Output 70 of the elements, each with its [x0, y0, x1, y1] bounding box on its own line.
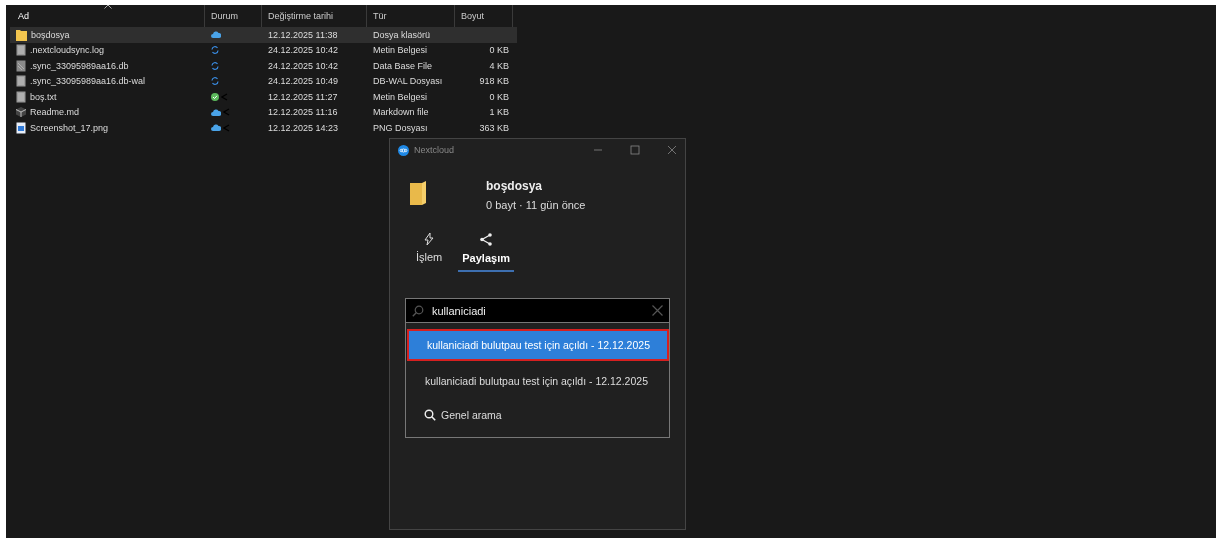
close-icon[interactable] [667, 145, 677, 155]
clear-icon[interactable] [652, 305, 663, 316]
file-row[interactable]: .sync_33095989aa16.db 24.12.2025 10:42 Data Base File 4 KB [10, 58, 517, 74]
column-header[interactable]: Tür [373, 11, 387, 21]
file-type: DB-WAL Dosyası [373, 76, 443, 87]
file-name: .nextcloudsync.log [30, 45, 105, 56]
global-search-item[interactable]: Genel arama [407, 401, 669, 429]
cloud-icon [211, 31, 221, 39]
search-input[interactable]: kullaniciadi [432, 304, 644, 317]
file-size: 0 KB [489, 91, 509, 102]
modified-date: 24.12.2025 10:49 [268, 76, 339, 87]
file-name: Screenshot_17.png [30, 122, 109, 133]
file-name: Readme.md [30, 107, 80, 118]
file-type: Dosya klasörü [373, 29, 431, 40]
modified-date: 24.12.2025 10:42 [268, 45, 339, 56]
image-file-icon [16, 121, 26, 134]
file-size: 918 KB [479, 76, 509, 87]
column-header[interactable]: Değiştirme tarihi [268, 11, 334, 21]
folder-icon [410, 181, 426, 205]
column-header[interactable]: Boyut [461, 11, 484, 21]
column-header[interactable]: Durum [211, 11, 238, 21]
document-icon [16, 44, 26, 57]
file-type: Markdown file [373, 107, 429, 118]
file-size: 363 KB [479, 122, 509, 133]
file-name: boşdosya [486, 179, 543, 193]
file-row[interactable]: .nextcloudsync.log 24.12.2025 10:42 Metin Belgesi 0 KB [10, 42, 517, 58]
file-row[interactable]: boş.txt 12.12.2025 11:27 Metin Belgesi 0 KB [10, 89, 517, 105]
cube-icon [16, 107, 26, 118]
search-field[interactable]: kullaniciadi [405, 298, 670, 323]
check-icon [211, 92, 219, 101]
file-size: 1 KB [489, 107, 509, 118]
file-size: 0 KB [489, 45, 509, 56]
file-type: Data Base File [373, 60, 433, 71]
document-icon [16, 75, 26, 88]
document-icon [16, 90, 26, 103]
folder-icon [16, 28, 27, 41]
modified-date: 24.12.2025 10:42 [268, 60, 339, 71]
file-type: Metin Belgesi [373, 91, 428, 102]
search-icon [424, 409, 436, 421]
file-row[interactable]: Readme.md 12.12.2025 11:16 Markdown file 1 KB [10, 104, 517, 120]
lightning-icon [424, 233, 435, 245]
file-name: .sync_33095989aa16.db [30, 60, 129, 71]
file-details: 0 bayt · 11 gün önce [486, 199, 586, 211]
share-icon [480, 233, 493, 246]
column-header[interactable]: Ad [18, 11, 29, 21]
file-row[interactable]: boşdosya 12.12.2025 11:38 Dosya klasörü [10, 27, 517, 43]
suggestion-item[interactable]: kullaniciadi bulutpau test için açıldı - 12.12.2025 [409, 331, 667, 359]
file-type: Metin Belgesi [373, 45, 428, 56]
tab[interactable]: Paylaşım [458, 233, 514, 272]
modified-date: 12.12.2025 11:16 [268, 107, 338, 118]
file-name: .sync_33095989aa16.db-wal [30, 76, 146, 87]
window-title: Nextcloud [414, 145, 455, 155]
maximize-icon[interactable] [630, 145, 640, 155]
file-row[interactable]: Screenshot_17.png 12.12.2025 14:23 PNG Dosyası 363 KB [10, 120, 517, 136]
sync-icon [211, 46, 219, 55]
document-icon [16, 59, 26, 72]
file-type: PNG Dosyası [373, 122, 428, 133]
file-name: boşdosya [31, 29, 70, 40]
sync-icon [211, 77, 219, 86]
suggestion-item[interactable]: kullaniciadi bulutpau test için açıldı - 12.12.2025 [407, 367, 669, 395]
tab[interactable]: İşlem [412, 233, 447, 272]
file-name: boş.txt [30, 91, 57, 102]
file-size: 4 KB [489, 60, 509, 71]
file-row[interactable]: .sync_33095989aa16.db-wal 24.12.2025 10:49 DB-WAL Dosyası 918 KB [10, 73, 517, 89]
modified-date: 12.12.2025 14:23 [268, 122, 339, 133]
modified-date: 12.12.2025 11:27 [268, 91, 338, 102]
search-icon [412, 304, 424, 317]
app-logo-icon [398, 144, 409, 156]
sync-icon [211, 61, 219, 70]
modified-date: 12.12.2025 11:38 [268, 29, 338, 40]
